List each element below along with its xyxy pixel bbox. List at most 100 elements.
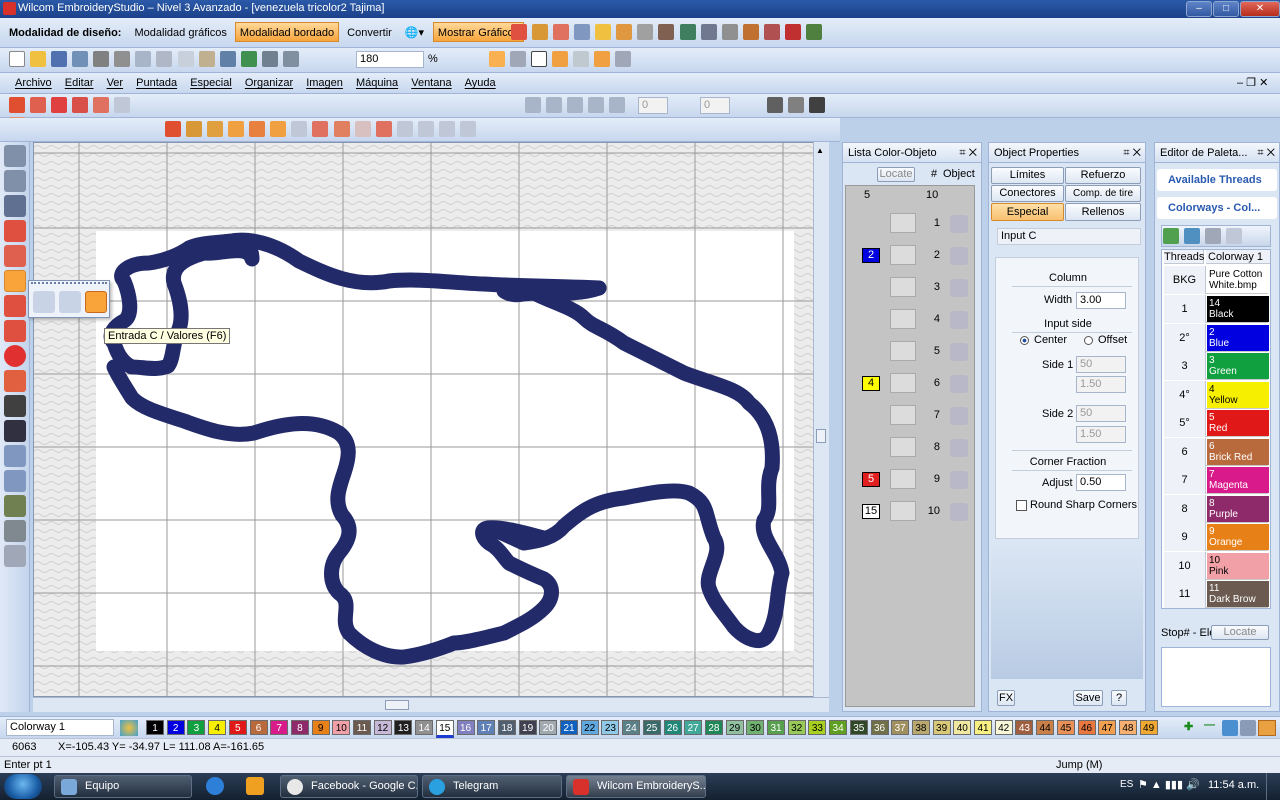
palette-thread-swatch[interactable]: 9 Orange bbox=[1207, 524, 1269, 550]
mdi-controls[interactable]: – ❐ ✕ bbox=[1232, 73, 1273, 93]
menu-imagen[interactable]: Imagen bbox=[301, 73, 348, 93]
thread-chart-icon[interactable] bbox=[1240, 720, 1256, 736]
center-radio[interactable] bbox=[1020, 336, 1029, 345]
arc-icon[interactable] bbox=[4, 370, 26, 392]
thread-swatch[interactable]: 11 bbox=[353, 720, 371, 735]
column-a-icon[interactable] bbox=[4, 245, 26, 267]
thread-swatch[interactable]: 15 bbox=[435, 720, 454, 738]
thread-swatch[interactable]: 44 bbox=[1036, 720, 1055, 735]
color-object-row[interactable]: 22 bbox=[846, 240, 970, 272]
minimize-button[interactable]: – bbox=[1186, 1, 1212, 17]
thread-swatch[interactable]: 3 bbox=[187, 720, 206, 735]
palette-row[interactable]: 10 10 Pink bbox=[1164, 551, 1269, 580]
remove-thread-icon[interactable]: — bbox=[1204, 719, 1215, 731]
ie-icon[interactable] bbox=[206, 777, 224, 795]
offset-radio[interactable] bbox=[1084, 336, 1093, 345]
color-swatch[interactable]: 4 bbox=[862, 376, 880, 391]
remove-colorway-icon[interactable] bbox=[1205, 228, 1222, 244]
circle-icon[interactable] bbox=[4, 345, 26, 367]
rotate-icon[interactable] bbox=[609, 97, 626, 113]
skew-field[interactable]: 0 bbox=[700, 97, 730, 114]
thread-swatch[interactable]: 12 bbox=[373, 720, 392, 735]
thread-swatch[interactable]: 21 bbox=[560, 720, 578, 735]
palette-locate-button[interactable]: Locate bbox=[1211, 625, 1269, 640]
fx-button[interactable]: FX bbox=[997, 690, 1015, 706]
undo-icon[interactable] bbox=[219, 51, 236, 67]
palette-row[interactable]: 2° 2 Blue bbox=[1164, 323, 1269, 352]
thread-swatch[interactable]: 7 bbox=[270, 720, 289, 735]
palette-icon[interactable] bbox=[679, 24, 696, 40]
thread-swatch[interactable]: 8 bbox=[290, 720, 309, 735]
group-icon[interactable] bbox=[767, 97, 783, 113]
save-as-icon[interactable] bbox=[72, 51, 89, 67]
object-thumbnail[interactable] bbox=[890, 501, 916, 521]
grid-icon[interactable] bbox=[637, 24, 654, 40]
input-2-icon[interactable] bbox=[186, 121, 203, 137]
thread-swatch[interactable]: 27 bbox=[684, 720, 703, 735]
scroll-up-arrow[interactable]: ▲ bbox=[816, 146, 824, 155]
menu-organizar[interactable]: Organizar bbox=[240, 73, 298, 93]
adjust-field[interactable]: 0.50 bbox=[1076, 474, 1126, 491]
task-wilcom[interactable]: Wilcom EmbroideryS... bbox=[566, 775, 706, 798]
input-4-icon[interactable] bbox=[228, 121, 245, 137]
input-5-icon[interactable] bbox=[249, 121, 266, 137]
palette-row[interactable]: 6 6 Brick Red bbox=[1164, 437, 1269, 466]
locate-button[interactable]: Locate bbox=[877, 167, 915, 182]
save-icon[interactable] bbox=[51, 51, 68, 67]
stop-list[interactable] bbox=[1161, 647, 1271, 707]
palette-row[interactable]: 11 11 Dark Brow bbox=[1164, 580, 1269, 608]
stitch-effect-4-icon[interactable] bbox=[72, 97, 89, 113]
globe-icon[interactable]: 🌐▾ bbox=[400, 22, 430, 42]
object-thumbnail[interactable] bbox=[890, 245, 916, 265]
mirror-h-icon[interactable] bbox=[525, 97, 541, 113]
image-icon[interactable] bbox=[658, 24, 675, 40]
add-thread-icon[interactable]: ✚ bbox=[1184, 720, 1193, 733]
thread-swatch[interactable]: 22 bbox=[580, 720, 599, 735]
thread-swatch[interactable]: 23 bbox=[601, 720, 620, 735]
color-object-tree[interactable]: 5 10 1 2 2 3 4 5 4 6 7 8 5 9 15 10 bbox=[845, 185, 975, 707]
show-stitches-icon[interactable] bbox=[552, 51, 569, 67]
scroll-thumb-v[interactable] bbox=[816, 429, 826, 443]
palette-row[interactable]: 8 8 Purple bbox=[1164, 494, 1269, 523]
colorways-bar[interactable]: Colorways - Col... bbox=[1157, 197, 1277, 219]
menu-puntada[interactable]: Puntada bbox=[131, 73, 182, 93]
pen-icon[interactable] bbox=[4, 195, 26, 217]
panel-close-icon[interactable]: ⌗ ✕ bbox=[1257, 143, 1275, 162]
stitch-effect-5-icon[interactable] bbox=[93, 97, 110, 113]
redo-icon[interactable] bbox=[240, 51, 257, 67]
thread-swatch[interactable]: 47 bbox=[1098, 720, 1117, 735]
tab-refuerzo[interactable]: Refuerzo bbox=[1065, 167, 1141, 184]
menu-ver[interactable]: Ver bbox=[102, 73, 129, 93]
color-swatch[interactable]: 5 bbox=[862, 472, 880, 487]
color-swatch[interactable]: 15 bbox=[862, 504, 880, 519]
input-11-icon[interactable] bbox=[375, 121, 392, 137]
zoom-box-icon[interactable] bbox=[261, 51, 278, 67]
input-7-icon[interactable] bbox=[291, 121, 308, 137]
ungroup-icon[interactable] bbox=[788, 97, 805, 113]
select-icon[interactable] bbox=[4, 145, 26, 167]
object-thumbnail[interactable] bbox=[890, 405, 916, 425]
thread-swatch[interactable]: 34 bbox=[829, 720, 848, 735]
palette-row[interactable]: 7 7 Magenta bbox=[1164, 466, 1269, 494]
triple-run-icon[interactable] bbox=[4, 320, 26, 342]
media-player-icon[interactable] bbox=[246, 777, 264, 795]
edit-colorway-icon[interactable] bbox=[1184, 228, 1201, 244]
thread-swatch[interactable]: 29 bbox=[725, 720, 744, 735]
panel-close-icon[interactable]: ⌗ ✕ bbox=[959, 143, 977, 162]
motif-icon[interactable] bbox=[4, 445, 26, 467]
thread-swatch[interactable]: 41 bbox=[974, 720, 992, 735]
monogram-icon[interactable] bbox=[4, 420, 26, 442]
run-icon[interactable] bbox=[4, 295, 26, 317]
satin-icon[interactable] bbox=[511, 24, 527, 40]
thread-swatch[interactable]: 18 bbox=[497, 720, 516, 735]
cut-icon[interactable] bbox=[156, 51, 173, 67]
tools-icon[interactable] bbox=[805, 24, 822, 40]
prev-colorway-icon[interactable] bbox=[1226, 228, 1243, 244]
input-14-icon[interactable] bbox=[438, 121, 455, 137]
available-threads-bar[interactable]: Available Threads bbox=[1157, 169, 1277, 191]
stitch-effect-2-icon[interactable] bbox=[30, 97, 47, 113]
thread-swatch[interactable]: 46 bbox=[1077, 720, 1096, 735]
side2-field[interactable]: 50 bbox=[1076, 405, 1126, 422]
palette-thread-swatch[interactable]: 3 Green bbox=[1207, 353, 1269, 379]
embroidery-mode-button[interactable]: Modalidad bordado bbox=[234, 22, 340, 42]
